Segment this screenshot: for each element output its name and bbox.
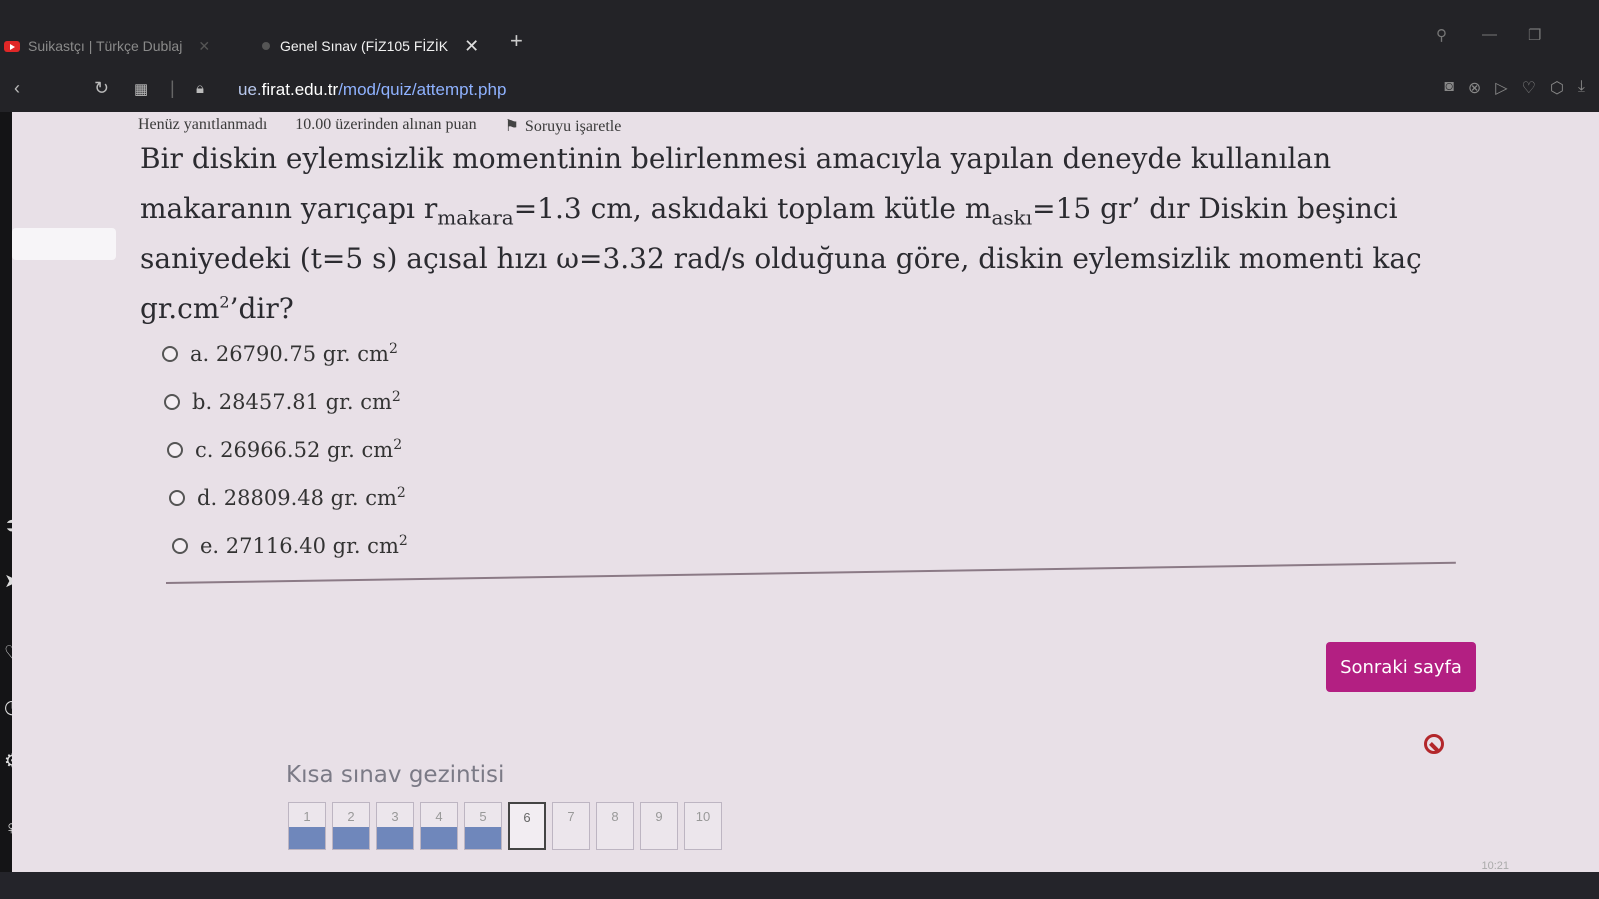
- browser-tab-bar: Suikastçı | Türkçe Dublaj ✕ Genel Sınav …: [0, 0, 1599, 68]
- screen-glare: [12, 228, 116, 260]
- taskbar-clock: 10:21: [1481, 860, 1509, 872]
- address-bar[interactable]: ue.firat.edu.tr/mod/quiz/attempt.php: [238, 80, 506, 100]
- close-icon[interactable]: ✕: [464, 36, 479, 57]
- radio-button[interactable]: [169, 490, 185, 506]
- quiz-page: Henüz yanıtlanmadı 10.00 üzerinden alına…: [12, 112, 1599, 872]
- question-text: Bir diskin eylemsizlik momentinin belirl…: [140, 142, 1422, 325]
- browser-nav-bar: ‹ ↻ ▦ | 🔒︎ ue.firat.edu.tr/mod/quiz/atte…: [0, 68, 1599, 112]
- answer-option-e[interactable]: e. 27116.40 gr. cm2: [172, 522, 408, 570]
- question-info: Henüz yanıtlanmadı 10.00 üzerinden alına…: [138, 116, 621, 136]
- adblock-icon[interactable]: ⊗: [1468, 78, 1481, 98]
- radio-button[interactable]: [172, 538, 188, 554]
- speed-dial-icon[interactable]: ▦: [134, 80, 148, 98]
- question-nav-button-4[interactable]: 4: [420, 802, 458, 850]
- lock-icon: 🔒︎: [196, 80, 204, 97]
- taskbar: 10:21: [0, 860, 1599, 899]
- toolbar-icons: ◙ ⊗ ▷ ♡ ⬡ ⤓: [1444, 78, 1585, 98]
- cube-icon[interactable]: ⬡: [1550, 78, 1564, 98]
- restore-icon[interactable]: ❐: [1528, 26, 1541, 44]
- tab-label: Suikastçı | Türkçe Dublaj: [28, 38, 183, 54]
- quiz-navigation-title: Kısa sınav gezintisi: [286, 762, 505, 788]
- radio-button[interactable]: [162, 346, 178, 362]
- heart-icon[interactable]: ♡: [1522, 78, 1536, 98]
- question-nav-button-6[interactable]: 6: [508, 802, 546, 850]
- loading-icon: [262, 42, 270, 50]
- answer-option-c[interactable]: c. 26966.52 gr. cm2: [167, 426, 408, 474]
- camera-icon[interactable]: ◙: [1444, 78, 1454, 98]
- tab-quiz[interactable]: Genel Sınav (FİZ105 FİZİK ✕: [262, 30, 492, 62]
- question-nav-button-10[interactable]: 10: [684, 802, 722, 850]
- download-icon[interactable]: ⤓: [1578, 78, 1585, 98]
- separator: |: [170, 78, 175, 98]
- answer-option-b[interactable]: b. 28457.81 gr. cm2: [164, 378, 408, 426]
- minimize-icon[interactable]: —: [1482, 26, 1497, 43]
- question-nav-button-8[interactable]: 8: [596, 802, 634, 850]
- answer-option-a[interactable]: a. 26790.75 gr. cm2: [162, 330, 408, 378]
- answer-option-d[interactable]: d. 28809.48 gr. cm2: [169, 474, 408, 522]
- question-nav-button-3[interactable]: 3: [376, 802, 414, 850]
- blocked-icon: [1424, 734, 1444, 754]
- question-nav-button-1[interactable]: 1: [288, 802, 326, 850]
- radio-button[interactable]: [164, 394, 180, 410]
- new-tab-button[interactable]: +: [510, 28, 523, 54]
- question-nav-button-2[interactable]: 2: [332, 802, 370, 850]
- tab-label: Genel Sınav (FİZ105 FİZİK: [280, 38, 449, 54]
- youtube-icon: [4, 40, 20, 52]
- play-icon[interactable]: ▷: [1495, 78, 1507, 98]
- quiz-navigation: 1 2 3 4 5 6 7 8 9 10: [288, 802, 722, 850]
- flag-question-link[interactable]: ⚑ Soruyu işaretle: [505, 116, 622, 136]
- question-nav-button-7[interactable]: 7: [552, 802, 590, 850]
- question-points: 10.00 üzerinden alınan puan: [295, 116, 477, 133]
- question-nav-button-5[interactable]: 5: [464, 802, 502, 850]
- radio-button[interactable]: [167, 442, 183, 458]
- search-icon[interactable]: ⚲: [1436, 26, 1447, 44]
- next-page-button[interactable]: Sonraki sayfa: [1326, 642, 1476, 692]
- close-icon[interactable]: ✕: [198, 38, 210, 55]
- reload-icon[interactable]: ↻: [94, 78, 109, 99]
- back-icon[interactable]: ‹: [14, 78, 20, 99]
- question-nav-button-9[interactable]: 9: [640, 802, 678, 850]
- answer-options: a. 26790.75 gr. cm2 b. 28457.81 gr. cm2 …: [162, 330, 408, 570]
- flag-icon: ⚑: [504, 118, 519, 135]
- tab-youtube[interactable]: Suikastçı | Türkçe Dublaj ✕: [4, 30, 240, 62]
- question-status: Henüz yanıtlanmadı: [138, 116, 268, 133]
